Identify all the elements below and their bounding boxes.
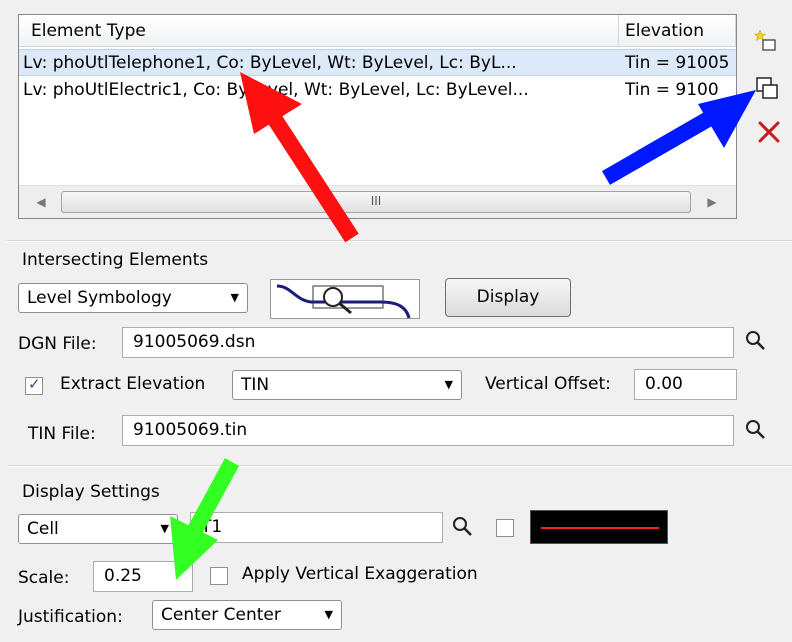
- annotation-arrows: [170, 72, 756, 580]
- blue-arrow-icon: [602, 90, 756, 185]
- red-arrow-icon: [240, 72, 359, 243]
- green-arrow-icon: [170, 458, 240, 580]
